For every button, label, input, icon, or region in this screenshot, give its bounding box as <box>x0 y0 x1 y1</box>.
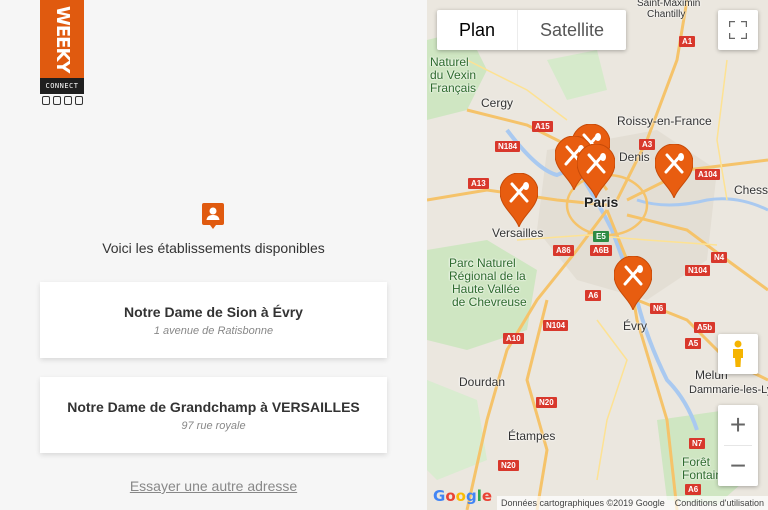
logo-icons <box>40 94 84 105</box>
road-shield: A104 <box>695 169 721 180</box>
establishment-panel: WEEKY CONNECT Voici les établissements d… <box>0 0 427 510</box>
establishment-name: Notre Dame de Sion à Évry <box>124 304 303 320</box>
map-label: Régional de la <box>449 269 526 283</box>
road-shield: N104 <box>543 320 569 331</box>
terms-of-use-link[interactable]: Conditions d'utilisation <box>675 496 764 510</box>
map-label: du Vexin <box>430 68 477 82</box>
map-label: de Chevreuse <box>452 295 527 309</box>
zoom-out-button[interactable]: − <box>718 446 758 486</box>
map-label: Denis <box>619 150 650 164</box>
map-type-plan-button[interactable]: Plan <box>437 10 517 50</box>
road-shield: N20 <box>498 460 519 471</box>
road-shield: N4 <box>711 252 728 263</box>
map-label: Saint-Maximin <box>637 0 701 9</box>
road-shield: N20 <box>536 397 557 408</box>
map-label: Cergy <box>481 96 514 110</box>
map-label: Chantilly <box>647 9 686 20</box>
road-shield: A5 <box>685 338 702 349</box>
logo-subtitle: CONNECT <box>40 78 84 94</box>
establishment-name: Notre Dame de Grandchamp à VERSAILLES <box>67 399 360 415</box>
map-label: Dammarie-les-Lys <box>689 384 768 396</box>
road-shield: A6 <box>685 484 702 495</box>
establishment-address: 97 rue royale <box>181 420 246 432</box>
map-label: Français <box>430 81 477 95</box>
road-shield: A13 <box>468 178 489 189</box>
map-label: Versailles <box>492 226 544 240</box>
logo-text: WEEKY <box>52 5 73 73</box>
establishment-address: 1 avenue de Ratisbonne <box>153 325 274 337</box>
map-attribution: Données cartographiques ©2019 Google Con… <box>496 496 768 510</box>
map-label: Roissy-en-France <box>617 114 712 128</box>
road-shield: A86 <box>553 245 574 256</box>
road-shield: A15 <box>532 121 553 132</box>
restaurant-marker[interactable] <box>577 144 615 198</box>
restaurant-marker[interactable] <box>614 256 652 310</box>
road-shield: A5b <box>694 322 716 333</box>
map-label: Haute Vallée <box>452 282 520 296</box>
road-shield: A3 <box>639 139 656 150</box>
zoom-control: + − <box>718 405 758 486</box>
map-label: Chess <box>734 183 768 197</box>
establishment-card[interactable]: Notre Dame de Grandchamp à VERSAILLES 97… <box>40 377 387 453</box>
road-shield: N6 <box>650 303 667 314</box>
fullscreen-button[interactable] <box>718 10 758 50</box>
google-map[interactable]: Saint-Maximin Chantilly Naturel du Vexin… <box>427 0 768 510</box>
map-data-credit: Données cartographiques ©2019 Google <box>500 498 665 508</box>
try-another-address-link[interactable]: Essayer une autre adresse <box>0 478 427 494</box>
logo-mark: WEEKY <box>40 0 84 78</box>
map-label: Parc Naturel <box>449 256 516 270</box>
pegman-icon <box>733 340 743 367</box>
road-shield: A1 <box>679 36 696 47</box>
road-shield: N7 <box>689 438 706 449</box>
map-label: Forêt <box>682 455 711 469</box>
weeky-connect-logo: WEEKY CONNECT <box>40 0 84 105</box>
intro-text: Voici les établissements disponibles <box>102 240 325 256</box>
establishment-card[interactable]: Notre Dame de Sion à Évry 1 avenue de Ra… <box>40 282 387 358</box>
map-label: Dourdan <box>459 375 506 389</box>
road-shield: N104 <box>685 265 711 276</box>
restaurant-marker[interactable] <box>500 173 538 227</box>
location-person-icon <box>202 203 224 229</box>
map-label: Naturel <box>430 55 469 69</box>
map-label: Étampes <box>508 429 556 443</box>
road-shield: A6B <box>590 245 613 256</box>
road-shield: A10 <box>503 333 524 344</box>
google-logo: Google <box>433 487 493 505</box>
zoom-in-button[interactable]: + <box>718 405 758 445</box>
road-shield: N184 <box>495 141 521 152</box>
map-type-control: Plan Satellite <box>437 10 627 50</box>
road-shield: A6 <box>585 290 602 301</box>
map-label: Évry <box>623 319 647 333</box>
street-view-pegman-button[interactable] <box>718 334 758 374</box>
fullscreen-icon <box>729 21 747 39</box>
map-type-satellite-button[interactable]: Satellite <box>517 10 626 50</box>
restaurant-marker[interactable] <box>655 144 693 198</box>
road-shield: E5 <box>593 231 609 242</box>
